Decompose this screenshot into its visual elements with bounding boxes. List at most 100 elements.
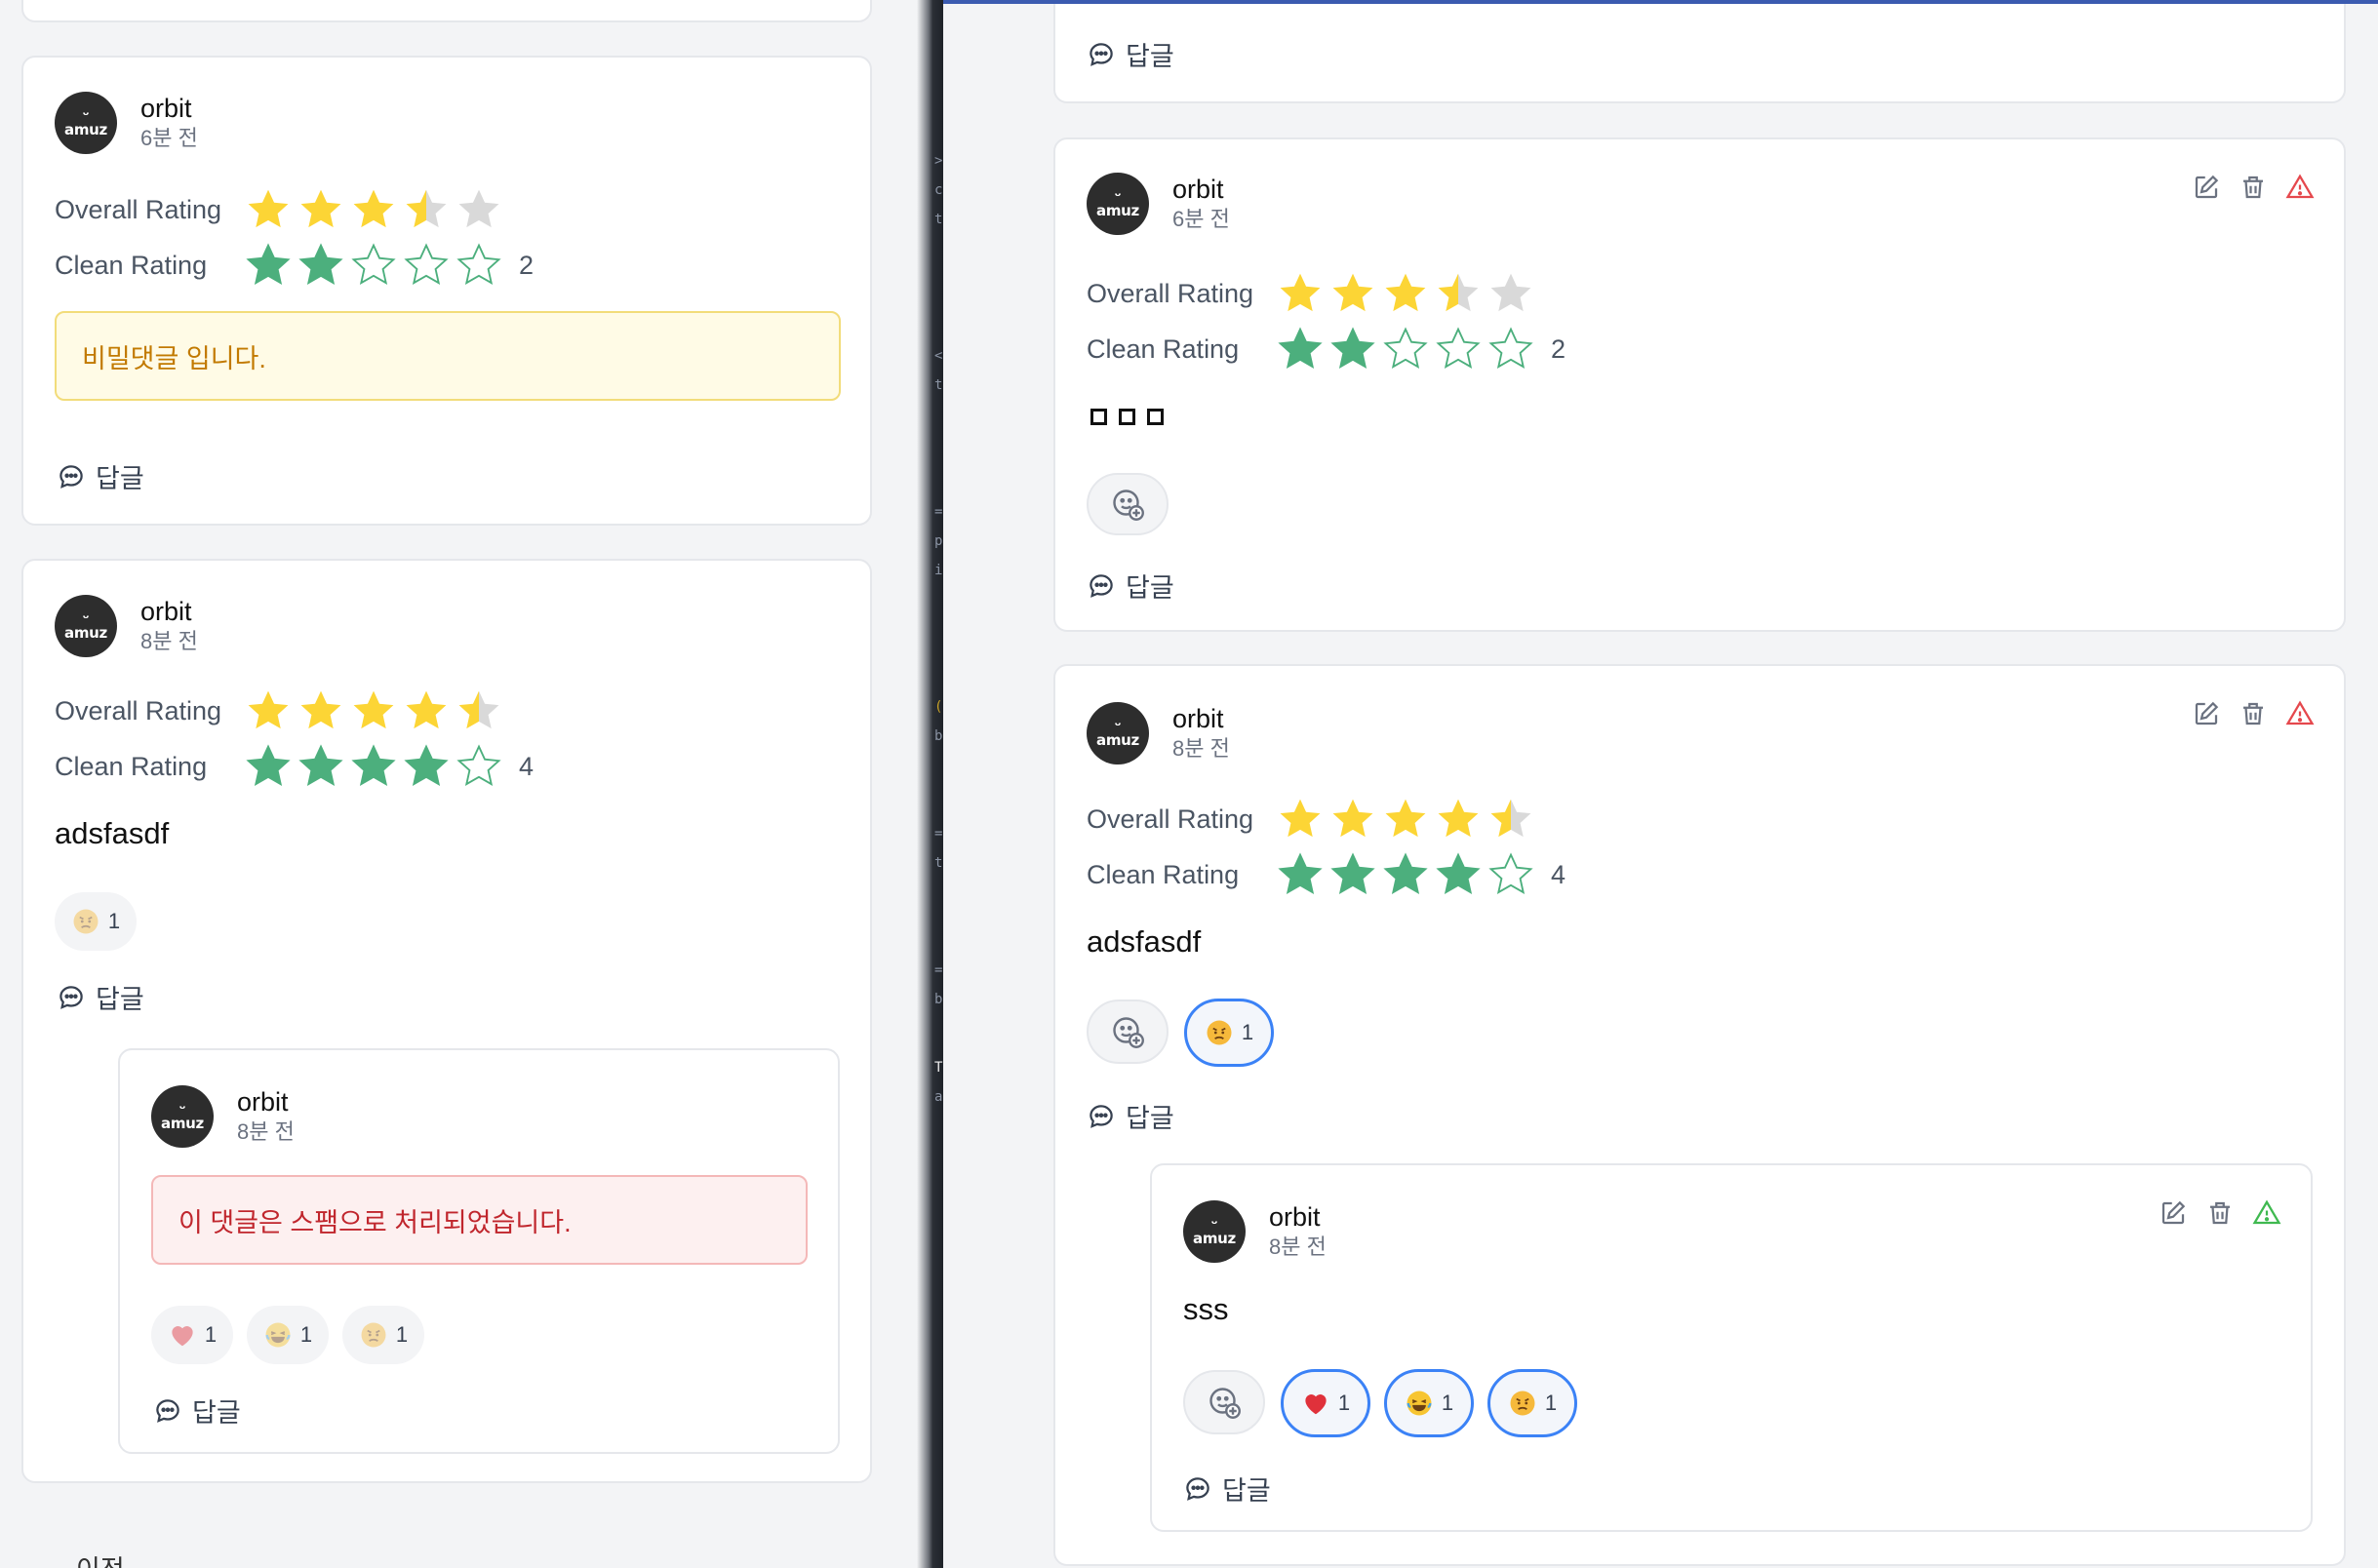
avatar[interactable]: ᵕ amuz (151, 1085, 214, 1148)
star-icon (404, 744, 449, 786)
comment-body: sss (1183, 1292, 1229, 1326)
angry-icon (1508, 1389, 1537, 1418)
star-icon (1383, 852, 1428, 894)
left-pane: ᵕ amuz orbit 6분 전 Overall Rating Clean R… (0, 0, 917, 1568)
reply-button[interactable]: 답글 (1087, 1097, 1174, 1135)
clean-rating-row: Clean Rating 4 (55, 741, 534, 792)
avatar[interactable]: ᵕ amuz (55, 595, 117, 657)
reaction-count: 1 (1441, 1391, 1454, 1415)
clean-stars (1276, 850, 1539, 899)
reply-button[interactable]: 답글 (1183, 1470, 1271, 1508)
overall-stars (244, 686, 507, 735)
trash-icon[interactable] (2239, 173, 2268, 202)
reaction-chip-selected[interactable]: 1 (1487, 1369, 1577, 1437)
star-icon (1438, 273, 1479, 312)
author-name[interactable]: orbit (1269, 1201, 1327, 1233)
laugh-icon (263, 1320, 293, 1350)
edit-icon[interactable] (2192, 699, 2221, 728)
reaction-count: 1 (395, 1322, 409, 1347)
chat-bubble-icon (1186, 1476, 1209, 1501)
comment-time: 8분 전 (140, 629, 198, 653)
laugh-icon (1405, 1389, 1434, 1418)
star-icon (1436, 852, 1481, 894)
add-reaction-button[interactable] (1087, 473, 1169, 535)
reaction-chip-selected[interactable]: 1 (1384, 1369, 1474, 1437)
clean-rating-row: Clean Rating 4 (1087, 849, 1566, 900)
clean-rating-number: 2 (1551, 333, 1566, 364)
author-name[interactable]: orbit (140, 93, 198, 124)
clean-rating-row: Clean Rating 2 (55, 240, 534, 291)
author-name[interactable]: orbit (1172, 174, 1230, 205)
star-icon (353, 690, 394, 729)
author-name[interactable]: orbit (237, 1086, 295, 1117)
chat-bubble-icon (59, 464, 83, 489)
star-icon (406, 690, 447, 729)
reply-label: 답글 (1222, 1476, 1271, 1506)
reaction-chip-selected[interactable]: 1 (1184, 999, 1274, 1067)
angry-icon (71, 907, 100, 936)
report-warning-icon[interactable] (2285, 173, 2315, 202)
add-reaction-button[interactable] (1183, 1370, 1265, 1434)
reply-button[interactable]: 답글 (153, 1392, 241, 1430)
reaction-chip[interactable]: 1 (151, 1306, 233, 1364)
overall-stars (244, 185, 507, 234)
report-warning-icon[interactable] (2252, 1198, 2281, 1228)
clean-rating-label: Clean Rating (55, 751, 208, 781)
overall-rating-label: Overall Rating (55, 194, 222, 224)
chat-bubble-icon (156, 1398, 179, 1423)
chat-bubble-icon (1090, 42, 1113, 66)
reply-label: 답글 (1126, 573, 1174, 603)
comment-actions (2159, 1198, 2281, 1228)
reply-button[interactable]: 답글 (57, 978, 144, 1016)
reply-button[interactable]: 답글 (1087, 567, 1174, 605)
clean-stars (244, 742, 507, 791)
add-reaction-button[interactable] (1087, 1000, 1169, 1064)
comment-time: 8분 전 (1172, 736, 1230, 761)
reaction-chip[interactable]: 1 (247, 1306, 329, 1364)
clean-rating-number: 4 (1551, 859, 1566, 889)
edit-icon[interactable] (2192, 173, 2221, 202)
reply-button[interactable]: 답글 (57, 457, 144, 495)
avatar[interactable]: ᵕ amuz (1183, 1200, 1246, 1263)
avatar[interactable]: ᵕ amuz (1087, 702, 1149, 764)
star-icon (1385, 799, 1426, 838)
angry-icon (359, 1320, 388, 1350)
comment-actions (2192, 173, 2315, 202)
clean-rating-number: 4 (519, 751, 535, 781)
report-warning-icon[interactable] (2285, 699, 2315, 728)
spam-comment-notice: 이 댓글은 스팸으로 처리되었습니다. (151, 1175, 808, 1265)
reaction-chip[interactable]: 1 (342, 1306, 424, 1364)
star-icon (1278, 327, 1323, 369)
comment-time: 8분 전 (1269, 1235, 1327, 1259)
star-icon (1490, 273, 1531, 312)
clean-rating-label: Clean Rating (55, 250, 208, 280)
star-icon (248, 189, 289, 228)
comment-card-partial (21, 0, 872, 22)
edit-icon[interactable] (2159, 1198, 2188, 1228)
author-name[interactable]: orbit (140, 596, 198, 627)
star-icon (351, 744, 396, 786)
reaction-chip[interactable]: 1 (55, 892, 137, 951)
reply-label: 답글 (96, 464, 144, 493)
trash-icon[interactable] (2239, 699, 2268, 728)
comment-body-unrendered (1090, 409, 1164, 425)
author-name[interactable]: orbit (1172, 703, 1230, 734)
clean-rating-label: Clean Rating (1087, 859, 1240, 889)
star-icon (298, 744, 343, 786)
avatar[interactable]: ᵕ amuz (1087, 173, 1149, 235)
overall-rating-label: Overall Rating (1087, 278, 1254, 308)
reply-button[interactable]: 답글 (1087, 35, 1174, 73)
star-icon (351, 243, 396, 285)
trash-icon[interactable] (2205, 1198, 2235, 1228)
star-icon (300, 690, 341, 729)
star-icon (1488, 852, 1533, 894)
reaction-count: 1 (1241, 1020, 1254, 1044)
prev-page-link[interactable]: 이전 (76, 1548, 125, 1568)
star-icon (458, 189, 499, 228)
star-icon (248, 690, 289, 729)
overall-stars (1276, 795, 1539, 843)
comment-card: ᵕ amuz orbit 6분 전 Overall Rating Clean R… (21, 56, 872, 526)
reply-label: 답글 (96, 985, 144, 1014)
reaction-chip-selected[interactable]: 1 (1281, 1369, 1370, 1437)
avatar[interactable]: ᵕ amuz (55, 92, 117, 154)
